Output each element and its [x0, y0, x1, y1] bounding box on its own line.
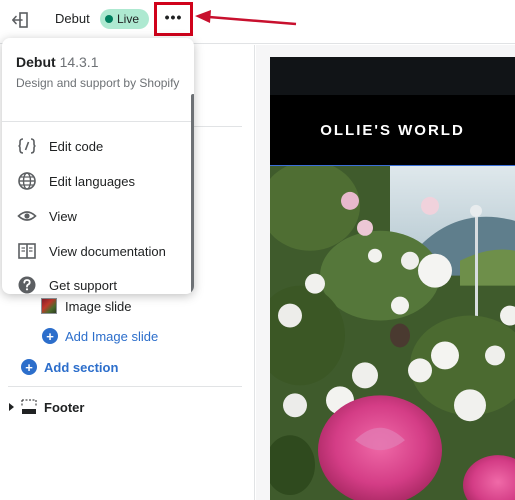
globe-icon	[17, 171, 37, 191]
popover-divider	[2, 121, 194, 122]
book-icon	[17, 241, 37, 261]
sidebar-divider	[8, 386, 242, 387]
store-header: OLLIE'S WORLD	[270, 95, 515, 165]
add-section-button[interactable]: + Add section	[21, 359, 118, 375]
menu-item-edit-languages[interactable]: Edit languages	[2, 164, 194, 198]
add-section-label: Add section	[44, 359, 119, 375]
more-actions-button[interactable]: •••	[154, 2, 193, 36]
theme-actions-popover: Debut 14.3.1 Design and support by Shopi…	[2, 38, 194, 294]
status-badge: Live	[100, 9, 150, 29]
question-circle-icon	[17, 275, 37, 294]
menu-item-view[interactable]: View	[2, 199, 194, 233]
menu-item-label: Get support	[49, 277, 117, 293]
popover-title: Debut 14.3.1	[16, 54, 186, 70]
footer-label: Footer	[44, 399, 85, 415]
preview-frame: OLLIE'S WORLD	[270, 57, 515, 500]
annotation-arrow-icon	[195, 10, 297, 26]
menu-item-label: View documentation	[49, 243, 166, 259]
menu-item-label: View	[49, 208, 77, 224]
popover-scrollbar[interactable]	[191, 94, 194, 294]
theme-version: 14.3.1	[59, 54, 99, 70]
footer-section-icon	[21, 399, 37, 414]
menu-item-get-support[interactable]: Get support	[2, 268, 194, 294]
theme-preview: OLLIE'S WORLD	[256, 45, 515, 500]
add-image-slide-label: Add Image slide	[65, 328, 159, 344]
announcement-bar	[270, 57, 515, 95]
code-icon	[17, 136, 37, 156]
add-image-slide-button[interactable]: + Add Image slide	[42, 328, 158, 344]
store-name: OLLIE'S WORLD	[320, 121, 465, 139]
sidebar-item-image-slide[interactable]: Image slide	[41, 298, 131, 314]
live-dot-icon	[105, 15, 113, 23]
hero-image	[270, 165, 515, 500]
popover-header: Debut 14.3.1 Design and support by Shopi…	[16, 54, 186, 92]
status-badge-label: Live	[117, 12, 140, 26]
ellipsis-icon: •••	[164, 9, 183, 25]
menu-item-label: Edit code	[49, 138, 104, 154]
plus-circle-icon: +	[42, 328, 58, 344]
chevron-right-icon[interactable]	[8, 402, 16, 412]
slide-thumbnail	[41, 298, 57, 314]
menu-item-edit-code[interactable]: Edit code	[2, 129, 194, 163]
plus-circle-icon: +	[21, 359, 37, 375]
theme-title: Debut	[16, 54, 56, 70]
theme-description: Design and support by Shopify	[16, 76, 180, 90]
menu-item-view-documentation[interactable]: View documentation	[2, 234, 194, 268]
theme-name: Debut	[55, 11, 90, 26]
exit-icon	[12, 12, 28, 28]
eye-icon	[17, 206, 37, 226]
image-slide-label: Image slide	[65, 298, 132, 314]
exit-editor-button[interactable]	[8, 8, 32, 32]
sidebar-item-footer[interactable]: Footer	[8, 399, 84, 415]
menu-item-label: Edit languages	[49, 173, 136, 189]
